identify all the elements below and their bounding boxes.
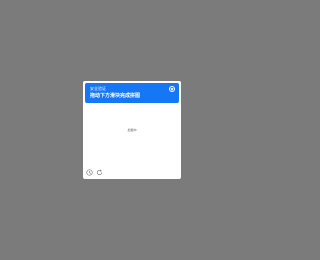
close-icon[interactable] bbox=[169, 86, 175, 92]
refresh-icon[interactable] bbox=[96, 169, 103, 176]
captcha-title: 拖动下方滑块完成拼图 bbox=[90, 93, 141, 99]
loading-text: 加载中 bbox=[127, 128, 137, 132]
captcha-subtitle: 安全验证 bbox=[90, 86, 106, 91]
help-icon[interactable] bbox=[86, 169, 93, 176]
captcha-dialog: 安全验证 拖动下方滑块完成拼图 加载中 bbox=[83, 81, 181, 179]
captcha-header: 安全验证 拖动下方滑块完成拼图 bbox=[85, 83, 179, 103]
